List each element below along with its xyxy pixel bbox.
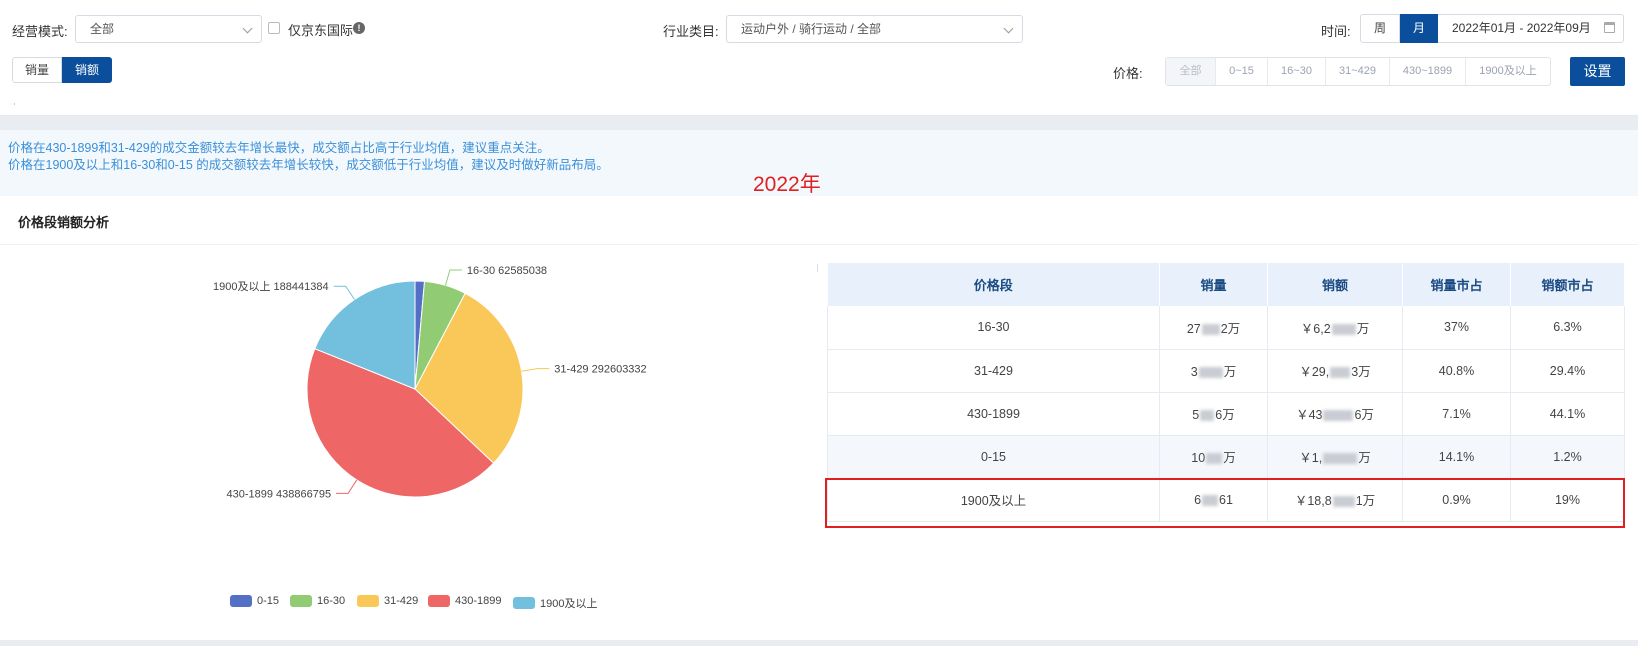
date-range-value: 2022年01月 - 2022年09月: [1452, 21, 1591, 35]
legend-swatch: [230, 595, 252, 607]
cell-amount: ￥6,2 万: [1267, 306, 1403, 350]
price-label: 价格:: [1113, 66, 1143, 81]
legend-swatch: [513, 597, 535, 609]
price-option-all[interactable]: 全部: [1166, 58, 1216, 85]
table-row: 430-1899 5 6万 ￥43 6万 7.1% 44.1%: [827, 392, 1625, 436]
legend-label: 16-30: [317, 595, 346, 607]
table-header-row: 价格段 销量 销额 销量市占 销额市占: [827, 263, 1625, 306]
legend-label: 1900及以上: [540, 598, 598, 610]
legend-item-16-30[interactable]: 16-30: [290, 595, 345, 607]
time-month-button[interactable]: 月: [1400, 14, 1438, 43]
pie-label-line: [444, 269, 462, 286]
mode-label: 经营模式:: [12, 24, 68, 39]
legend-label: 430-1899: [455, 595, 502, 607]
table-row: 16-30 27 2万 ￥6,2 万 37% 6.3%: [827, 306, 1625, 350]
price-option-1900-plus[interactable]: 1900及以上: [1466, 58, 1550, 85]
col-header-volume: 销量: [1159, 263, 1268, 306]
industry-select-value: 运动户外 / 骑行运动 / 全部: [741, 22, 882, 36]
cell-amount-share: 1.2%: [1510, 435, 1625, 479]
chevron-down-icon: [1003, 23, 1014, 34]
settings-button[interactable]: 设置: [1570, 57, 1625, 86]
cell-amount-share: 6.3%: [1510, 306, 1625, 350]
price-option-430-1899[interactable]: 430~1899: [1390, 58, 1466, 85]
divider: [14, 103, 15, 105]
industry-label: 行业类目:: [663, 24, 719, 39]
price-segment-card: 价格段销额分析 16-30 62585038 31-429 292603332 43…: [0, 196, 1638, 640]
pie-label-16-30: 16-30 62585038: [467, 265, 547, 277]
calendar-icon: [1604, 22, 1615, 33]
cell-amount: ￥1, 万: [1267, 435, 1403, 479]
insight-line-1: 价格在430-1899和31-429的成交金额较去年增长最快，成交额占比高于行业…: [8, 141, 550, 155]
date-range-picker[interactable]: 2022年01月 - 2022年09月: [1438, 14, 1624, 43]
col-header-amount: 销额: [1267, 263, 1403, 306]
price-option-16-30[interactable]: 16~30: [1268, 58, 1326, 85]
cell-volume-share: 37%: [1402, 306, 1511, 350]
cell-amount: ￥43 6万: [1267, 392, 1403, 436]
legend-label: 0-15: [257, 595, 280, 607]
cell-amount-share: 29.4%: [1510, 349, 1625, 393]
cell-volume-share: 14.1%: [1402, 435, 1511, 479]
legend-swatch: [290, 595, 312, 607]
year-annotation: 2022年: [753, 173, 821, 196]
pie-label-430-1899: 430-1899 438866795: [226, 488, 331, 500]
cell-segment: 430-1899: [827, 392, 1160, 436]
insight-line-2: 价格在1900及以上和16-30和0-15 的成交额较去年增长较快，成交额低于行…: [8, 158, 609, 172]
col-header-volume-share: 销量市占: [1402, 263, 1511, 306]
metric-volume-tab[interactable]: 销量: [12, 57, 62, 83]
metric-amount-tab[interactable]: 销额: [62, 57, 112, 83]
info-icon[interactable]: !: [353, 22, 365, 34]
mode-select-value: 全部: [90, 22, 115, 36]
legend-item-0-15[interactable]: 0-15: [230, 595, 279, 607]
legend-swatch: [357, 595, 379, 607]
jd-intl-checkbox[interactable]: [268, 22, 280, 34]
cell-amount: ￥29, 3万: [1267, 349, 1403, 393]
legend-label: 31-429: [384, 595, 419, 607]
pie-label-line: [521, 368, 550, 372]
pie-label-line: [336, 479, 358, 494]
legend-item-430-1899[interactable]: 430-1899: [428, 595, 502, 607]
cell-volume: 27 2万: [1159, 306, 1268, 350]
time-label: 时间:: [1321, 24, 1351, 39]
chevron-down-icon: [242, 23, 253, 34]
cell-segment: 16-30: [827, 306, 1160, 350]
cell-volume-share: 40.8%: [1402, 349, 1511, 393]
highlight-annotation-box: [825, 478, 1625, 528]
pie-label-line: [333, 285, 355, 300]
price-option-31-429[interactable]: 31~429: [1326, 58, 1390, 85]
legend-item-31-429[interactable]: 31-429: [357, 595, 418, 607]
mode-select[interactable]: 全部: [75, 15, 262, 43]
filter-panel: 经营模式: 全部 仅京东国际 ! 行业类目: 运动户外 / 骑行运动 / 全部 …: [0, 0, 1638, 116]
legend-item-1900-plus[interactable]: 1900及以上: [513, 595, 597, 611]
cell-segment: 31-429: [827, 349, 1160, 393]
table-row: 0-15 10 万 ￥1, 万 14.1% 1.2%: [827, 435, 1625, 479]
cell-segment: 0-15: [827, 435, 1160, 479]
time-week-button[interactable]: 周: [1360, 14, 1400, 43]
price-option-0-15[interactable]: 0~15: [1216, 58, 1268, 85]
cell-volume: 5 6万: [1159, 392, 1268, 436]
pie-label-31-429: 31-429 292603332: [554, 364, 646, 376]
price-filter-group: 全部 0~15 16~30 31~429 430~1899 1900及以上: [1165, 57, 1551, 86]
col-header-amount-share: 销额市占: [1510, 263, 1625, 306]
legend-swatch: [428, 595, 450, 607]
cell-volume: 10 万: [1159, 435, 1268, 479]
pie-chart: 16-30 62585038 31-429 292603332 430-1899 4…: [213, 265, 647, 500]
col-header-segment: 价格段: [827, 263, 1160, 306]
pie-label-1900及以上: 1900及以上 188441384: [213, 280, 329, 293]
jd-intl-label: 仅京东国际: [288, 23, 354, 38]
cell-amount-share: 44.1%: [1510, 392, 1625, 436]
cell-volume-share: 7.1%: [1402, 392, 1511, 436]
table-row: 31-429 3万 ￥29, 3万 40.8% 29.4%: [827, 349, 1625, 393]
industry-select[interactable]: 运动户外 / 骑行运动 / 全部: [726, 15, 1023, 43]
cell-volume: 3万: [1159, 349, 1268, 393]
